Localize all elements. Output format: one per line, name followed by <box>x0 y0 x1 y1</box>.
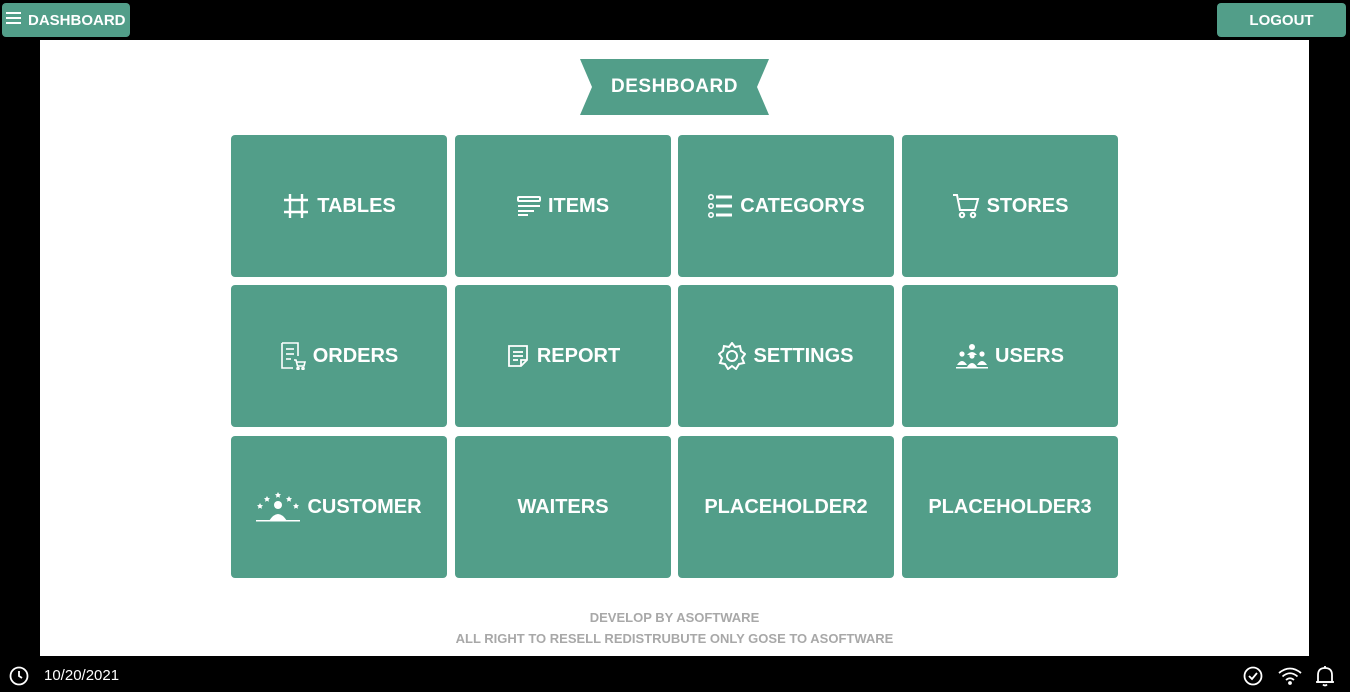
tile-label: TABLES <box>317 194 396 217</box>
wifi-icon[interactable] <box>1278 667 1302 690</box>
tile-report[interactable]: REPORT <box>455 285 671 427</box>
tile-waiters[interactable]: WAITERS <box>455 436 671 578</box>
customer-stars-icon <box>256 491 301 523</box>
footer-rights: ALL RIGHT TO RESELL REDISTRUBUTE ONLY GO… <box>455 631 894 646</box>
check-circle-icon[interactable] <box>1243 666 1263 691</box>
tile-label: WAITERS <box>517 495 609 518</box>
page-title: DESHBOARD <box>611 76 738 97</box>
tile-label: ORDERS <box>312 344 399 367</box>
tile-tables[interactable]: TABLES <box>231 135 447 277</box>
hamburger-icon <box>6 11 28 29</box>
status-bar <box>0 656 1350 688</box>
users-group-icon <box>956 343 989 369</box>
tile-customer[interactable]: CUSTOMER <box>231 436 447 578</box>
list-lines-icon <box>516 195 541 217</box>
category-list-icon <box>707 194 733 218</box>
top-bar: DASHBOARD LOGOUT <box>0 0 1350 40</box>
tile-label: STORES <box>986 194 1069 217</box>
logout-button[interactable]: LOGOUT <box>1217 3 1346 37</box>
status-date: 10/20/2021 <box>44 667 120 684</box>
gear-icon <box>718 342 747 370</box>
main-panel: DESHBOARD TABLES ITEMS CATEGORYS STORES … <box>40 40 1309 656</box>
tile-label: CUSTOMER <box>307 495 422 518</box>
clock-icon <box>9 666 29 691</box>
tile-label: CATEGORYS <box>740 194 865 217</box>
dashboard-menu-label: DASHBOARD <box>28 11 126 29</box>
dashboard-menu-button[interactable]: DASHBOARD <box>2 3 130 37</box>
footer-developer: DEVELOP BY ASOFTWARE <box>589 610 760 625</box>
tile-label: SETTINGS <box>753 344 854 367</box>
report-doc-icon <box>506 344 530 368</box>
tile-label: USERS <box>995 344 1064 367</box>
tile-categorys[interactable]: CATEGORYS <box>678 135 894 277</box>
tile-label: ITEMS <box>547 194 610 217</box>
page-title-ribbon: DESHBOARD <box>580 59 769 115</box>
tile-users[interactable]: USERS <box>902 285 1118 427</box>
tile-placeholder3[interactable]: PLACEHOLDER3 <box>902 436 1118 578</box>
tile-label: REPORT <box>536 344 621 367</box>
tile-placeholder2[interactable]: PLACEHOLDER2 <box>678 436 894 578</box>
tile-items[interactable]: ITEMS <box>455 135 671 277</box>
tile-label: PLACEHOLDER3 <box>928 495 1092 518</box>
tile-orders[interactable]: ORDERS <box>231 285 447 427</box>
receipt-cart-icon <box>280 342 306 370</box>
table-grid-icon <box>282 192 310 220</box>
tile-stores[interactable]: STORES <box>902 135 1118 277</box>
cart-icon <box>952 193 980 219</box>
tile-settings[interactable]: SETTINGS <box>678 285 894 427</box>
tile-label: PLACEHOLDER2 <box>704 495 868 518</box>
